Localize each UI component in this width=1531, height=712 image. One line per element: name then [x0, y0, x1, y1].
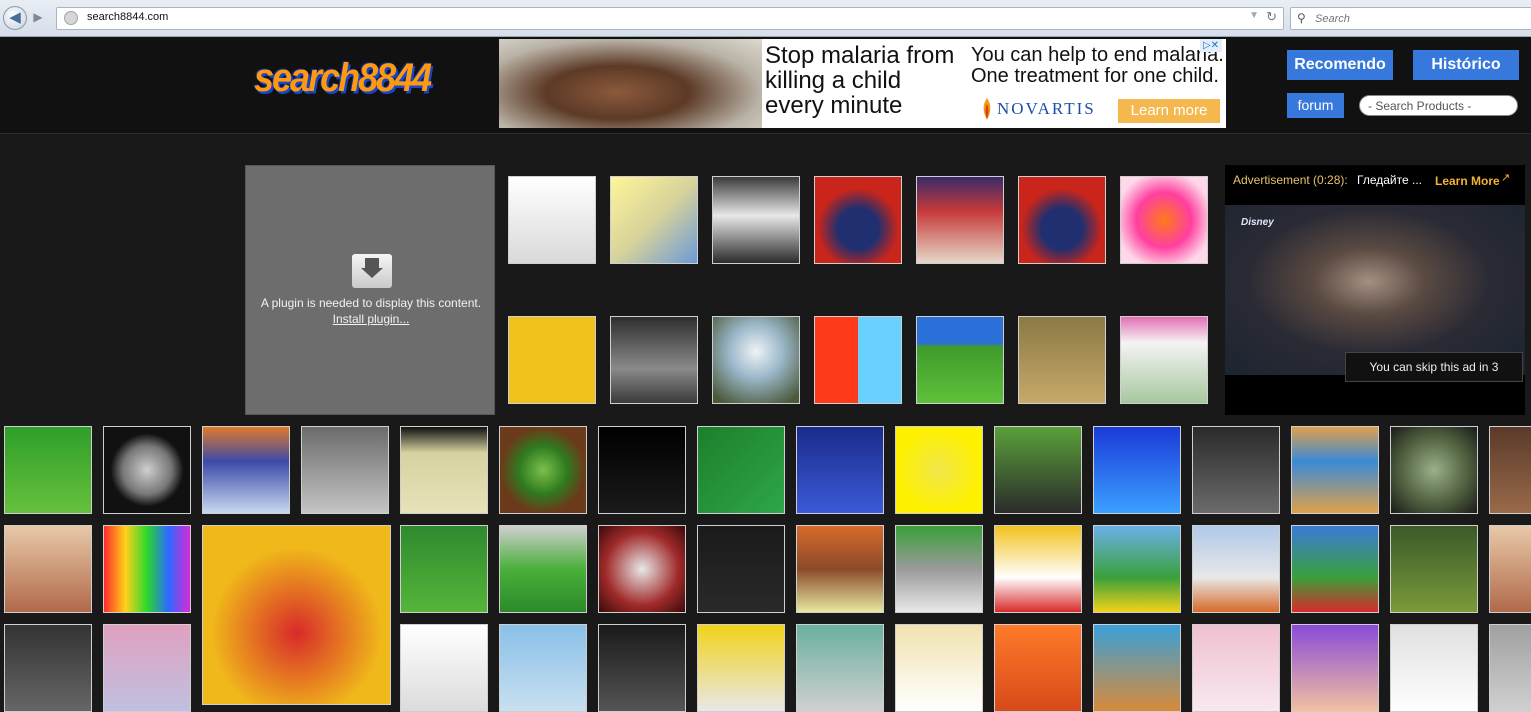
novartis-flame-icon	[983, 98, 991, 120]
skip-ad-countdown: You can skip this ad in 3	[1345, 352, 1523, 382]
forum-button[interactable]: forum	[1287, 93, 1344, 118]
game-thumbnail-pool-balls[interactable]	[400, 525, 488, 613]
game-thumbnail-soldier-2[interactable]	[712, 316, 800, 404]
url-text: search8844.com	[87, 11, 169, 23]
game-thumbnail-road-racer[interactable]	[796, 525, 884, 613]
back-arrow-icon[interactable]: ◀	[3, 6, 27, 30]
ad-learn-more-link[interactable]: Learn More	[1435, 174, 1500, 188]
game-thumbnail-jewel-puzzle[interactable]	[202, 426, 290, 514]
banner-photo	[499, 39, 762, 128]
banner-headline: Stop malaria from killing a child every …	[765, 42, 955, 119]
ad-countdown-label: Advertisement (0:28):	[1233, 173, 1348, 187]
game-thumbnail-river-race[interactable]	[1291, 426, 1379, 514]
game-thumbnail-savage-pursuit[interactable]	[994, 426, 1082, 514]
banner-learn-more-button[interactable]: Learn more	[1118, 99, 1220, 123]
game-thumbnail-kitchen[interactable]	[1489, 525, 1531, 613]
game-thumbnail-billiards[interactable]	[697, 426, 785, 514]
game-thumbnail-grey-game[interactable]	[1489, 624, 1531, 712]
game-thumbnail-slot-game[interactable]	[598, 624, 686, 712]
browser-search-input[interactable]	[1313, 9, 1517, 28]
game-thumbnail-cat-music[interactable]	[4, 525, 92, 613]
game-thumbnail-purple-game[interactable]	[1291, 624, 1379, 712]
search-icon: ⚲	[1297, 11, 1306, 25]
game-thumbnail-free-kick[interactable]	[499, 525, 587, 613]
install-plugin-link[interactable]: Install plugin...	[246, 312, 496, 326]
site-logo[interactable]: search8844	[254, 55, 432, 101]
browser-toolbar: ◀ ▶ search8844.com ▼ ↻ ⚲	[0, 0, 1531, 37]
dropdown-triangle-icon[interactable]: ▼	[1249, 10, 1259, 21]
game-thumbnail-street-race[interactable]	[895, 525, 983, 613]
game-thumbnail-car-tuning[interactable]	[712, 176, 800, 264]
game-thumbnail-color-blocks[interactable]	[103, 525, 191, 613]
game-thumbnail-scoreboard-game[interactable]	[400, 624, 488, 712]
game-thumbnail-snow-game[interactable]	[1390, 624, 1478, 712]
banner-brand: NOVARTIS	[997, 99, 1096, 118]
game-thumbnail-redhead-game[interactable]	[994, 624, 1082, 712]
plugin-placeholder: A plugin is needed to display this conte…	[245, 165, 495, 415]
video-ad-panel: Advertisement (0:28): Гледайте ... Learn…	[1225, 165, 1525, 415]
game-thumbnail-computer-smash[interactable]	[610, 176, 698, 264]
malaria-banner-ad[interactable]: Stop malaria from killing a child every …	[499, 39, 1226, 128]
game-thumbnail-teal-game[interactable]	[796, 624, 884, 712]
game-thumbnail-gun-scope[interactable]	[103, 426, 191, 514]
game-thumbnail-candy-crush[interactable]	[1120, 176, 1208, 264]
site-header: search8844 Stop malaria from killing a c…	[0, 37, 1531, 134]
game-thumbnail-stickman-golf[interactable]	[508, 176, 596, 264]
game-thumbnail-pink-game[interactable]	[103, 624, 191, 712]
ad-video-frame[interactable]: Disney	[1225, 205, 1525, 375]
disney-logo-icon: Disney	[1241, 217, 1274, 228]
game-thumbnail-tank-battle[interactable]	[301, 426, 389, 514]
game-thumbnail-blue-game[interactable]	[499, 624, 587, 712]
game-thumbnail-gem-match[interactable]	[697, 525, 785, 613]
forward-arrow-icon[interactable]: ▶	[29, 9, 47, 26]
game-thumbnail-city-bus[interactable]	[1489, 426, 1531, 514]
historico-button[interactable]: Histórico	[1413, 50, 1519, 80]
plugin-message: A plugin is needed to display this conte…	[260, 296, 482, 310]
banner-tagline: You can help to end malaria. One treatme…	[971, 44, 1224, 87]
game-thumbnail-tom-and-jerry[interactable]	[895, 426, 983, 514]
browser-search-box[interactable]: ⚲	[1290, 7, 1531, 30]
plugin-download-icon	[352, 254, 392, 288]
game-thumbnail-shooter-corridor[interactable]	[610, 316, 698, 404]
game-thumbnail-creature-mouth[interactable]	[598, 525, 686, 613]
game-thumbnail-island-adventure[interactable]	[1093, 525, 1181, 613]
game-thumbnail-kick-buttowski[interactable]	[994, 525, 1082, 613]
game-thumbnail-space-bar-defense[interactable]	[916, 176, 1004, 264]
game-thumbnail-army-tanks[interactable]	[1291, 525, 1379, 613]
game-thumbnail-fruit-ninja[interactable]	[499, 426, 587, 514]
game-thumbnail-mario-big[interactable]	[202, 525, 391, 705]
game-thumbnail-penalty-shootout[interactable]	[916, 316, 1004, 404]
external-link-icon: ↗	[1501, 172, 1511, 184]
game-thumbnail-cartoon-game[interactable]	[895, 624, 983, 712]
ad-title: Гледайте ...	[1357, 173, 1422, 187]
product-search-input[interactable]: - Search Products -	[1359, 95, 1518, 116]
game-thumbnail-wheel-game[interactable]	[1093, 624, 1181, 712]
game-thumbnail-isometric-town[interactable]	[400, 426, 488, 514]
game-thumbnail-jungle-battle[interactable]	[1390, 525, 1478, 613]
recomendo-button[interactable]: Recomendo	[1287, 50, 1393, 80]
game-thumbnail-dark-game[interactable]	[4, 624, 92, 712]
game-thumbnail-boxing[interactable]	[1192, 426, 1280, 514]
game-thumbnail-snow-tanks[interactable]	[1120, 316, 1208, 404]
game-thumbnail-bubble-shooter[interactable]	[796, 426, 884, 514]
adchoices-icon[interactable]: ▷✕	[1200, 39, 1222, 52]
game-thumbnail-fireboy-watergirl-4[interactable]	[814, 316, 902, 404]
game-thumbnail-mahjong-faces[interactable]	[508, 316, 596, 404]
game-thumbnail-batman[interactable]	[814, 176, 902, 264]
game-thumbnail-pastel-game[interactable]	[1192, 624, 1280, 712]
game-thumbnail-batman-2[interactable]	[1018, 176, 1106, 264]
address-bar[interactable]: search8844.com ▼ ↻	[56, 7, 1284, 30]
game-thumbnail-sniper-view[interactable]	[1390, 426, 1478, 514]
game-thumbnail-warfare-map[interactable]	[1018, 316, 1106, 404]
globe-icon	[64, 11, 78, 25]
game-thumbnail-garden-defense[interactable]	[4, 426, 92, 514]
game-thumbnail-sonic[interactable]	[1093, 426, 1181, 514]
game-thumbnail-spiderman-2[interactable]	[598, 426, 686, 514]
game-thumbnail-shapes-game[interactable]	[697, 624, 785, 712]
game-thumbnail-pizza-shop[interactable]	[1192, 525, 1280, 613]
reload-icon[interactable]: ↻	[1266, 9, 1277, 25]
